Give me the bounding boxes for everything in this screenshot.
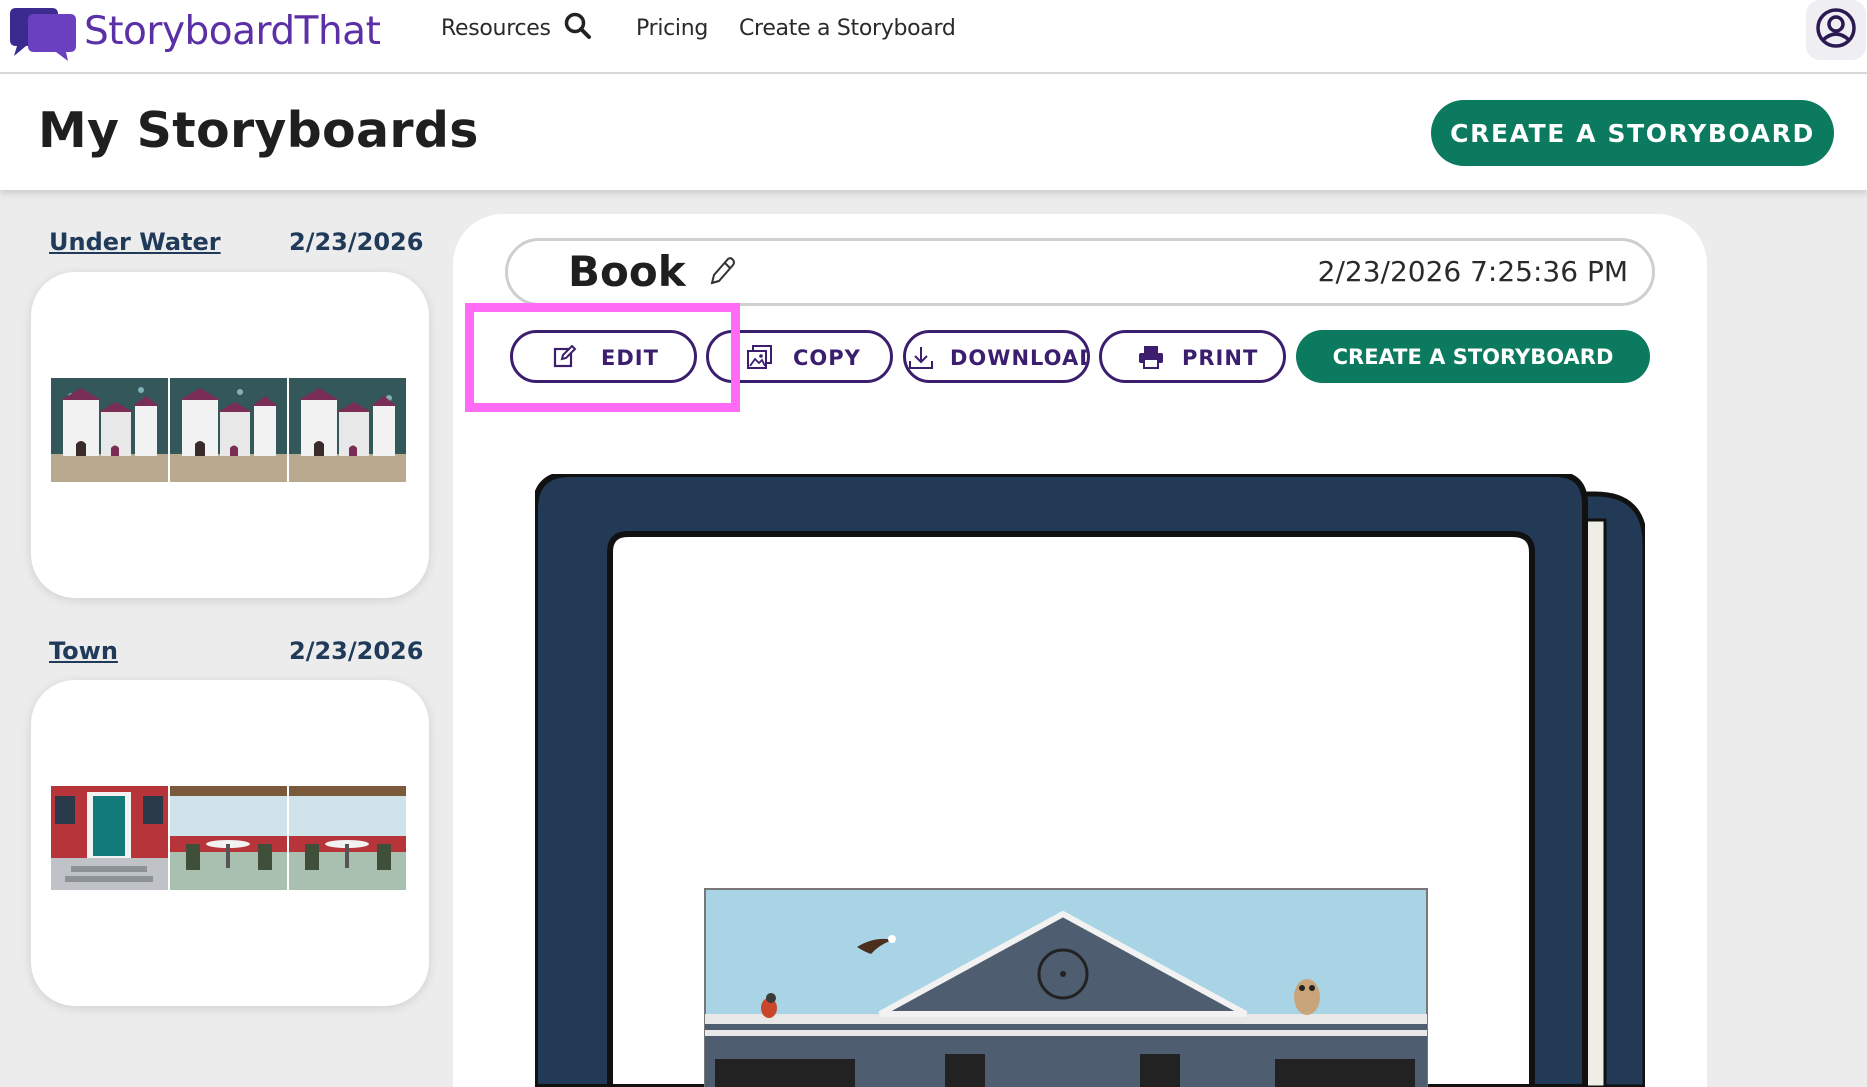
nav-resources[interactable]: Resources (441, 16, 551, 41)
sidebar-item-date: 2/23/2026 (289, 228, 424, 256)
building-illustration (704, 888, 1428, 1087)
storyboard-card-town[interactable] (31, 680, 429, 1006)
storyboardthat-logo[interactable]: StoryboardThat (6, 4, 381, 64)
edit-highlight-box (465, 303, 740, 412)
account-avatar[interactable] (1806, 0, 1866, 60)
search-icon[interactable] (563, 11, 593, 41)
download-label: DOWNLOAD (950, 346, 1090, 370)
download-icon (908, 345, 934, 376)
storyboard-timestamp: 2/23/2026 7:25:36 PM (1317, 255, 1628, 288)
sidebar-item-title[interactable]: Town (49, 637, 118, 665)
create-storyboard-button[interactable]: CREATE A STORYBOARD (1296, 330, 1650, 383)
thumbnail-house-door (51, 786, 168, 890)
thumbnail-patio (170, 786, 287, 890)
copy-label: COPY (793, 346, 861, 370)
logo-text: StoryboardThat (84, 8, 381, 54)
speech-bubbles-logo-icon (6, 6, 78, 62)
printer-icon (1138, 345, 1164, 374)
storyboard-thumbnails (51, 378, 406, 482)
thumbnail-patio (289, 786, 406, 890)
thumbnail-castle (170, 378, 287, 482)
thumbnail-castle (289, 378, 406, 482)
storyboard-thumbnails (51, 786, 406, 890)
print-label: PRINT (1182, 346, 1259, 370)
nav-create-storyboard[interactable]: Create a Storyboard (739, 16, 956, 41)
thumbnail-castle (51, 378, 168, 482)
create-storyboard-button[interactable]: CREATE A STORYBOARD (1431, 100, 1834, 166)
user-icon (1816, 8, 1856, 48)
print-button[interactable]: PRINT (1099, 330, 1286, 383)
copy-image-icon (747, 345, 773, 374)
top-nav: StoryboardThat Resources Pricing Create … (0, 0, 1867, 74)
sidebar-item-title[interactable]: Under Water (49, 228, 221, 256)
storyboard-card-under-water[interactable] (31, 272, 429, 598)
storyboard-name: Book (568, 247, 686, 296)
sidebar-item-date: 2/23/2026 (289, 637, 424, 665)
storyboard-title-bar: Book 2/23/2026 7:25:36 PM (505, 238, 1655, 306)
download-button[interactable]: DOWNLOAD (903, 330, 1090, 383)
pencil-icon[interactable] (706, 255, 736, 294)
book-cover-preview (535, 474, 1645, 1087)
page-header: My Storyboards CREATE A STORYBOARD (0, 74, 1867, 190)
nav-pricing[interactable]: Pricing (636, 16, 708, 41)
page-title: My Storyboards (38, 102, 479, 159)
